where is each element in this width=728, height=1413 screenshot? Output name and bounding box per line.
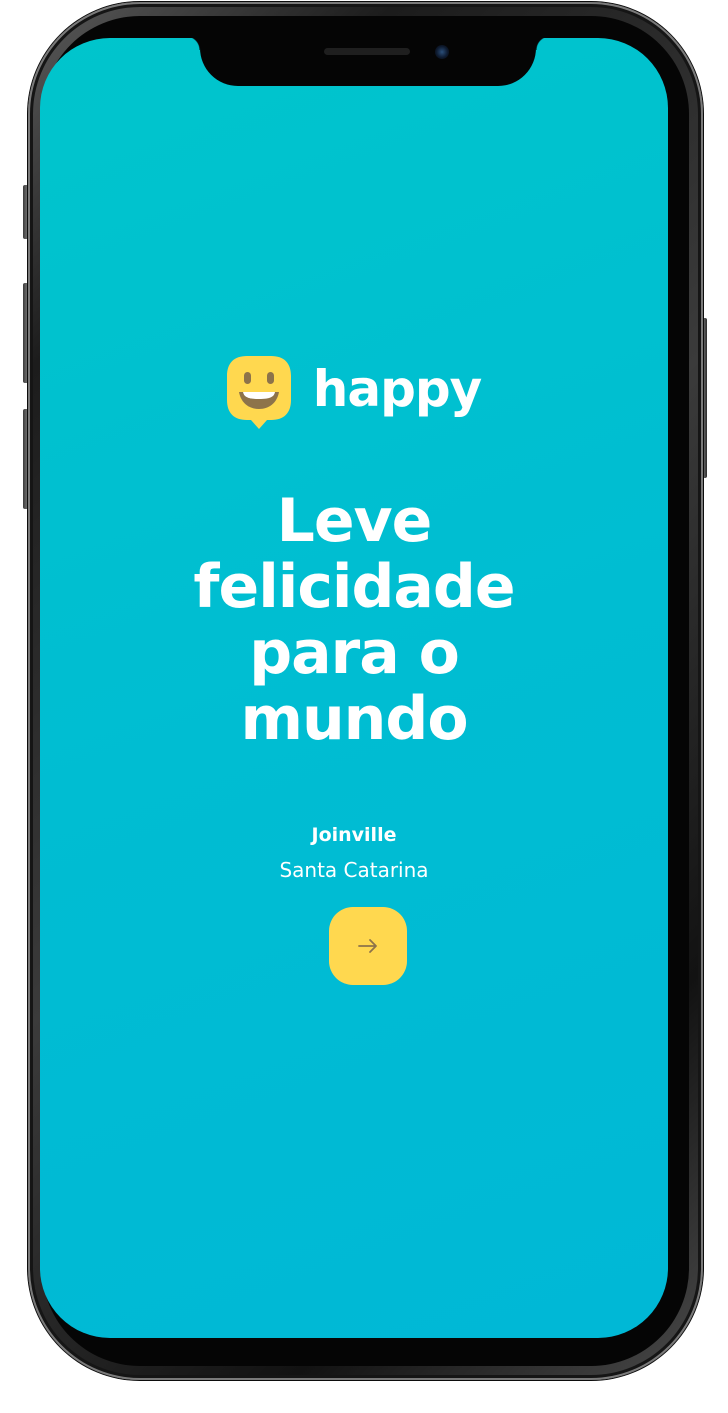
continue-button[interactable] [329, 907, 407, 985]
headline-line: para o [249, 618, 460, 688]
device-mockup: happy Leve felicidade para o mundo Joinv… [0, 0, 728, 1413]
headline-line: mundo [240, 684, 468, 754]
brand-name: happy [312, 360, 483, 418]
landing-screen: happy Leve felicidade para o mundo Joinv… [40, 38, 668, 1338]
smiling-speech-bubble-icon [226, 356, 291, 431]
headline-line: felicidade [193, 552, 515, 622]
headline: Leve felicidade para o mundo [40, 488, 668, 752]
arrow-right-icon [358, 939, 377, 953]
front-camera [435, 45, 449, 59]
location-state: Santa Catarina [279, 858, 429, 882]
location-city: Joinville [311, 824, 397, 846]
speaker-grille [324, 48, 410, 55]
notch [186, 38, 550, 86]
brand-logo: happy [40, 356, 668, 431]
headline-line: Leve [276, 486, 433, 556]
